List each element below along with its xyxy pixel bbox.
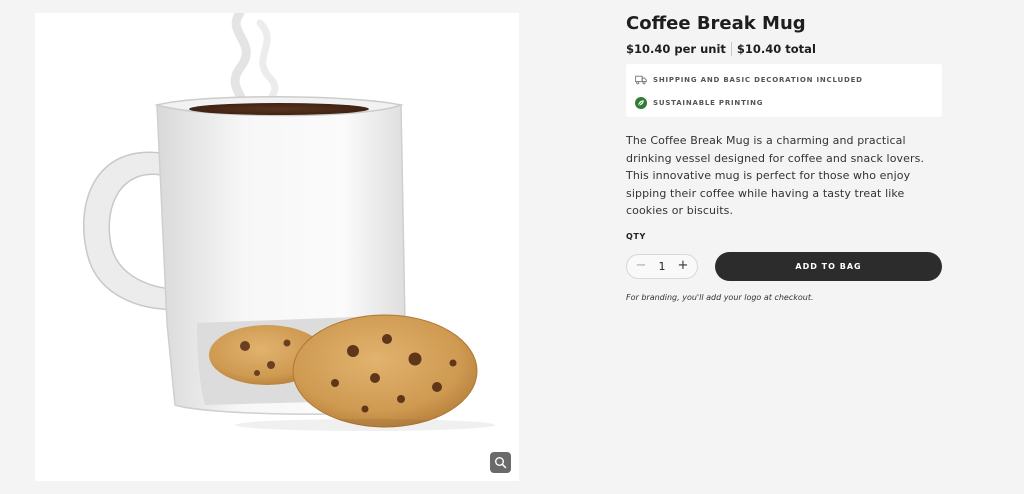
perk-label: SHIPPING AND BASIC DECORATION INCLUDED xyxy=(653,76,863,84)
unit-price: $10.40 per unit xyxy=(626,42,726,56)
perk-shipping: SHIPPING AND BASIC DECORATION INCLUDED xyxy=(635,70,934,90)
magnifier-icon xyxy=(495,457,507,469)
product-description: The Coffee Break Mug is a charming and p… xyxy=(626,134,925,217)
product-image[interactable] xyxy=(35,13,519,481)
decrement-button[interactable]: − xyxy=(634,259,648,273)
truck-icon xyxy=(635,74,647,86)
quantity-stepper[interactable]: − 1 + xyxy=(626,253,698,279)
qty-label: QTY xyxy=(626,231,646,241)
perk-label: SUSTAINABLE PRINTING xyxy=(653,99,764,107)
total-price: $10.40 total xyxy=(736,42,816,56)
increment-button[interactable]: + xyxy=(676,259,690,273)
product-page: Coffee Break Mug $10.40 per unit $10.40 … xyxy=(0,0,1024,494)
quantity-value[interactable]: 1 xyxy=(659,260,666,273)
leaf-icon xyxy=(635,97,647,109)
mug-illustration xyxy=(83,13,495,431)
price-divider xyxy=(730,42,732,56)
product-title: Coffee Break Mug xyxy=(626,13,806,34)
add-to-bag-button[interactable]: ADD TO BAG xyxy=(715,251,942,281)
zoom-button[interactable] xyxy=(490,452,511,473)
buy-row: − 1 + ADD TO BAG xyxy=(626,251,942,281)
price-row: $10.40 per unit $10.40 total xyxy=(626,41,942,57)
perk-sustainable: SUSTAINABLE PRINTING xyxy=(635,93,934,113)
perks-box: SHIPPING AND BASIC DECORATION INCLUDED S… xyxy=(626,64,942,117)
branding-note: For branding, you'll add your logo at ch… xyxy=(626,292,814,302)
product-info: Coffee Break Mug $10.40 per unit $10.40 … xyxy=(626,12,942,302)
